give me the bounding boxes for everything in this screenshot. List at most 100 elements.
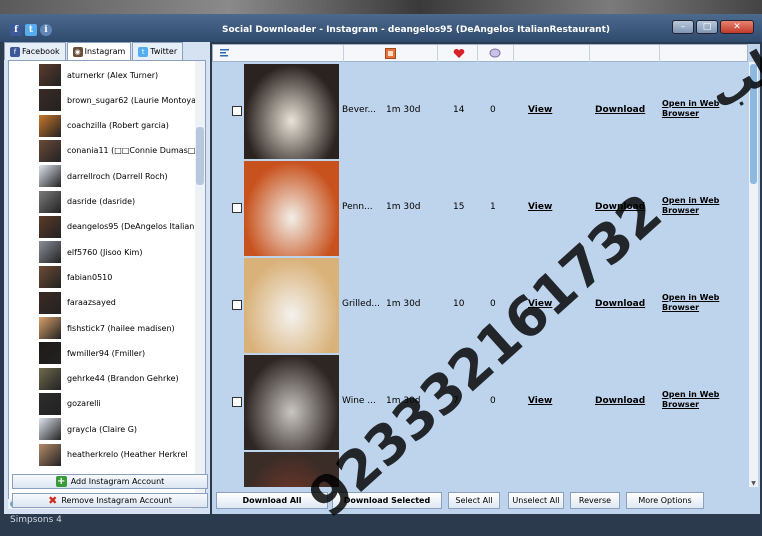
open-in-browser-link-line2[interactable]: Browser xyxy=(662,206,699,215)
post-row: Wine ... 1m 30d 7 0 View Download Open in Web B… xyxy=(212,355,748,452)
twitter-icon: t xyxy=(138,46,149,57)
avatar xyxy=(39,190,61,213)
download-link[interactable]: Download xyxy=(595,105,645,115)
remove-instagram-account-button[interactable]: ✖ Remove Instagram Account xyxy=(12,493,208,508)
post-thumbnail[interactable] xyxy=(244,452,339,487)
post-age: 1m 30d xyxy=(386,105,421,115)
post-comments: 0 xyxy=(490,299,496,309)
more-options-button[interactable]: More Options xyxy=(626,492,704,509)
scrollbar-thumb[interactable] xyxy=(196,127,204,185)
minimize-button[interactable]: – xyxy=(672,20,694,34)
post-thumbnail[interactable] xyxy=(244,161,339,256)
open-in-browser-link-line2[interactable]: Browser xyxy=(662,400,699,409)
post-checkbox[interactable] xyxy=(232,300,242,310)
maximize-button[interactable]: □ xyxy=(696,20,718,34)
avatar xyxy=(39,215,61,238)
avatar xyxy=(39,392,61,415)
account-list-item[interactable]: heatherkrelo (Heather Herkrel xyxy=(39,443,199,467)
post-caption: Penn... xyxy=(342,202,373,212)
facebook-icon[interactable]: f xyxy=(10,24,22,36)
account-list-item[interactable]: dasride (dasride) xyxy=(39,190,199,214)
close-button[interactable]: ✕ xyxy=(720,20,754,34)
download-all-button[interactable]: Download All xyxy=(216,492,328,509)
info-icon[interactable]: i xyxy=(40,24,52,36)
open-in-browser-link-line2[interactable]: Browser xyxy=(662,109,699,118)
column-divider xyxy=(437,45,438,63)
account-list-item[interactable]: conania11 (□□Connie Dumas□□ xyxy=(39,139,199,163)
posts-list[interactable]: Bever... 1m 30d 14 0 View Download Open in Web… xyxy=(212,62,748,487)
post-thumbnail[interactable] xyxy=(244,64,339,159)
post-caption: Bever... xyxy=(342,105,377,115)
account-name: conania11 (□□Connie Dumas□□ xyxy=(67,146,199,156)
avatar xyxy=(39,114,61,137)
account-list-item[interactable]: graycla (Claire G) xyxy=(39,417,199,441)
open-in-browser-link-line1[interactable]: Open in Web xyxy=(662,196,719,205)
account-list[interactable]: aturnerkr (Alex Turner) brown_sugar62 (La… xyxy=(8,60,206,500)
avatar xyxy=(39,291,61,314)
image-icon[interactable] xyxy=(385,48,397,59)
tab-label: Instagram xyxy=(84,47,126,56)
account-list-item[interactable]: coachzilla (Robert garcia) xyxy=(39,114,199,138)
post-checkbox[interactable] xyxy=(232,397,242,407)
download-link[interactable]: Download xyxy=(595,202,645,212)
tab-facebook[interactable]: f Facebook xyxy=(4,42,66,60)
account-list-item[interactable]: fwmiller94 (Fmiller) xyxy=(39,341,199,365)
title-bar-icons: f t i xyxy=(10,24,52,36)
account-list-item[interactable]: brown_sugar62 (Laurie Montoya-Pa xyxy=(39,88,199,112)
view-link[interactable]: View xyxy=(528,396,552,406)
reverse-button[interactable]: Reverse xyxy=(570,492,620,509)
post-thumbnail[interactable] xyxy=(244,258,339,353)
select-all-button[interactable]: Select All xyxy=(448,492,500,509)
scrollbar-thumb[interactable] xyxy=(750,64,757,184)
download-selected-button[interactable]: Download Selected xyxy=(332,492,442,509)
account-list-item[interactable]: gozarelli xyxy=(39,392,199,416)
account-list-item[interactable]: elf5760 (Jisoo Kim) xyxy=(39,240,199,264)
account-list-item[interactable]: darrellroch (Darrell Roch) xyxy=(39,164,199,188)
account-name: fwmiller94 (Fmiller) xyxy=(67,348,146,358)
post-likes: 7 xyxy=(453,396,459,406)
post-checkbox[interactable] xyxy=(232,106,242,116)
heart-icon[interactable] xyxy=(453,48,465,59)
account-name: dasride (dasride) xyxy=(67,197,136,206)
account-list-item[interactable]: fabian0510 xyxy=(39,265,199,289)
view-link[interactable]: View xyxy=(528,202,552,212)
window-controls: – □ ✕ xyxy=(672,20,754,34)
avatar xyxy=(39,317,61,339)
network-tabs: f Facebook ◉ Instagram t Twitter xyxy=(4,42,184,60)
avatar xyxy=(39,241,61,264)
account-list-item[interactable]: faraazsayed xyxy=(39,291,199,315)
open-in-browser-link-line2[interactable]: Browser xyxy=(662,303,699,312)
account-list-scrollbar[interactable] xyxy=(195,61,205,499)
comment-icon[interactable] xyxy=(489,48,501,59)
account-list-item[interactable]: gehrke44 (Brandon Gehrke) xyxy=(39,367,199,391)
tab-instagram[interactable]: ◉ Instagram xyxy=(66,42,132,60)
account-list-item[interactable]: fishstick7 (hailee madisen) xyxy=(39,316,199,340)
unselect-all-button[interactable]: Unselect All xyxy=(508,492,564,509)
download-link[interactable]: Download xyxy=(595,299,645,309)
list-icon[interactable] xyxy=(219,48,231,59)
scroll-down-arrow-icon[interactable]: ▼ xyxy=(749,480,758,487)
open-in-browser-link-line1[interactable]: Open in Web xyxy=(662,99,719,108)
open-in-browser-link-line1[interactable]: Open in Web xyxy=(662,293,719,302)
account-list-item[interactable]: aturnerkr (Alex Turner) xyxy=(39,63,199,87)
post-likes: 15 xyxy=(453,202,465,212)
post-thumbnail[interactable] xyxy=(244,355,339,450)
add-instagram-account-button[interactable]: + Add Instagram Account xyxy=(12,474,208,489)
posts-scrollbar[interactable]: ▼ xyxy=(749,62,758,487)
tab-twitter[interactable]: t Twitter xyxy=(132,42,184,60)
post-row: Grilled... 1m 30d 10 0 View Download Open in W… xyxy=(212,258,748,355)
open-in-browser-link-line1[interactable]: Open in Web xyxy=(662,390,719,399)
account-name: gehrke44 (Brandon Gehrke) xyxy=(67,374,179,384)
remove-account-label: Remove Instagram Account xyxy=(61,496,172,505)
account-list-item[interactable]: deangelos95 (DeAngelos ItalianRes xyxy=(39,215,199,239)
post-checkbox[interactable] xyxy=(232,203,242,213)
view-link[interactable]: View xyxy=(528,299,552,309)
twitter-icon[interactable]: t xyxy=(25,24,37,36)
status-text: Simpsons 4 xyxy=(10,515,62,525)
window-top-strip xyxy=(0,0,762,14)
download-link[interactable]: Download xyxy=(595,396,645,406)
view-link[interactable]: View xyxy=(528,105,552,115)
account-name: heatherkrelo (Heather Herkrel xyxy=(67,450,188,459)
post-caption: Grilled... xyxy=(342,299,381,309)
avatar xyxy=(39,418,61,441)
